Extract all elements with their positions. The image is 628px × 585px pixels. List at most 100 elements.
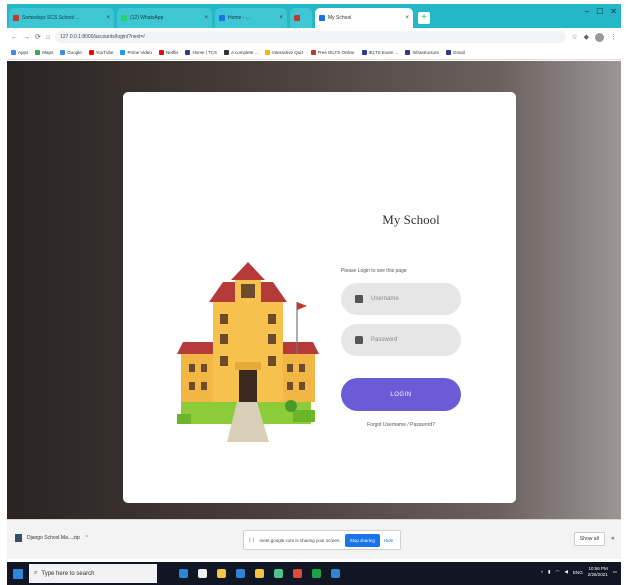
back-icon[interactable]: ← [11, 34, 18, 41]
username-field[interactable]: Username [341, 283, 461, 315]
taskbar-app-icon[interactable] [217, 569, 226, 578]
login-card: My School Please Login to see this page … [123, 92, 516, 503]
notification-icon[interactable]: ▭ [613, 569, 617, 575]
taskbar-app-icon[interactable] [198, 569, 207, 578]
tab-meet[interactable] [290, 8, 312, 28]
chevron-up-icon[interactable]: ^ [541, 570, 543, 575]
bookmark-icon [405, 50, 411, 55]
bookmark-icon [11, 50, 16, 55]
page-title: My School [382, 212, 440, 227]
window-controls: – ☐ ✕ [585, 7, 617, 16]
file-icon [15, 534, 22, 542]
bookmark-item[interactable]: IELTS Exam ... [361, 50, 398, 55]
tab-label: My School [328, 15, 352, 21]
volume-icon[interactable]: ◀ [564, 569, 567, 575]
show-all-area: Show all ✕ [573, 532, 615, 546]
share-text: meet.google.com is sharing your screen. [259, 537, 341, 543]
tab-whatsapp[interactable]: (12) WhatsApp × [117, 8, 212, 28]
screen: Somedays SCS School ... × (12) WhatsApp … [0, 0, 628, 585]
bookmark-item[interactable]: YouTube [88, 50, 114, 55]
close-tab-icon[interactable]: × [405, 15, 409, 21]
bookmark-item[interactable]: Apps [11, 50, 28, 55]
wifi-icon[interactable]: ◠ [556, 569, 560, 575]
bookmark-item[interactable]: Infrastructure [405, 50, 439, 55]
meet-icon [294, 15, 300, 21]
maximize-icon[interactable]: ☐ [596, 7, 603, 16]
page-background: My School Please Login to see this page … [7, 61, 621, 519]
bookmark-item[interactable]: Home | TCS [185, 50, 217, 55]
forward-icon[interactable]: → [23, 34, 30, 41]
username-placeholder: Username [371, 296, 399, 302]
language-indicator[interactable]: ENG [573, 570, 583, 575]
bookmark-label: YouTube [95, 50, 114, 55]
bookmark-icon [88, 50, 94, 55]
bookmark-item[interactable]: Google [60, 50, 82, 55]
close-tab-icon[interactable]: × [204, 15, 208, 21]
bookmark-item[interactable]: Interactive Quiz [265, 50, 304, 55]
tab-home[interactable]: Home - ... × [215, 8, 287, 28]
profile-avatar[interactable] [595, 32, 604, 42]
toolbar-icons: ☆ ◆ ⋮ [571, 32, 617, 42]
bookmark-item[interactable]: A complete ... [224, 50, 258, 55]
close-tab-icon[interactable]: × [106, 15, 110, 21]
taskbar-app-icon[interactable] [274, 569, 283, 578]
taskbar-app-icon[interactable] [236, 569, 245, 578]
bookmark-item[interactable]: Maps [35, 50, 53, 55]
bookmark-label: Home | TCS [192, 50, 218, 55]
bookmark-icon [185, 50, 191, 55]
browser-toolbar: ← → ⟳ ⌂ 127.0.0.1:8000/accounts/login/?n… [7, 28, 621, 46]
bookmark-label: Apps [18, 50, 29, 55]
close-icon[interactable]: ✕ [611, 536, 615, 542]
favicon-icon [13, 15, 19, 21]
extension-icon[interactable]: ◆ [584, 33, 589, 42]
tab-my-school[interactable]: My School × [315, 8, 413, 28]
new-tab-button[interactable]: + [418, 12, 430, 24]
bookmark-item[interactable]: Free IELTS Online [310, 50, 355, 55]
close-window-icon[interactable]: ✕ [610, 7, 617, 16]
menu-icon[interactable]: ⋮ [610, 33, 617, 42]
tab-school[interactable]: Somedays SCS School ... × [9, 8, 114, 28]
taskbar-search[interactable]: ⌕ Type here to search [29, 564, 157, 583]
login-intro-text: Please Login to see this page [341, 268, 407, 274]
bookmarks-bar: Apps Maps Google YouTube Prime Video Netflix H… [7, 46, 621, 60]
bookmark-label: Maps [42, 50, 54, 55]
address-bar[interactable]: 127.0.0.1:8000/accounts/login/?next=/ [55, 31, 567, 43]
windows-start-icon[interactable] [13, 568, 23, 579]
download-item[interactable]: Django School Ma....zip ⌃ [15, 534, 89, 542]
bookmark-icon [310, 50, 316, 55]
pause-icon: ❘❘ [248, 537, 256, 542]
bookmark-label: Interactive Quiz [272, 50, 304, 55]
bookmark-label: Prime Video [127, 50, 152, 55]
bookmark-label: Gmail [452, 50, 465, 55]
bookmark-icon [60, 50, 66, 55]
stop-sharing-button[interactable]: Stop sharing [344, 533, 380, 547]
close-tab-icon[interactable]: × [279, 15, 283, 21]
taskbar-app-icon[interactable] [179, 569, 188, 578]
reload-icon[interactable]: ⟳ [35, 33, 41, 41]
taskbar-app-icon[interactable] [331, 569, 340, 578]
bookmark-icon [120, 50, 126, 55]
url-text: 127.0.0.1:8000/accounts/login/?next=/ [60, 34, 145, 40]
bookmark-item[interactable]: Gmail [445, 50, 465, 55]
hide-button[interactable]: Hide [384, 538, 393, 543]
home-icon[interactable]: ⌂ [46, 34, 50, 41]
taskbar-app-icon[interactable] [293, 569, 302, 578]
bookmark-item[interactable]: Netflix [158, 50, 179, 55]
forgot-password-link[interactable]: Forgot Username / Password? [341, 422, 461, 428]
battery-icon[interactable]: ▮ [548, 569, 550, 575]
bookmark-item[interactable]: Prime Video [120, 50, 152, 55]
login-button[interactable]: LOGIN [341, 378, 461, 411]
password-field[interactable]: Password [341, 324, 461, 356]
taskbar-app-icon[interactable] [255, 569, 264, 578]
minimize-icon[interactable]: – [585, 7, 589, 16]
clock[interactable]: 10:56 PM 2/26/2021 [588, 566, 608, 578]
bookmark-label: Netflix [165, 50, 179, 55]
chevron-up-icon[interactable]: ⌃ [85, 535, 89, 541]
bookmark-label: Google [67, 50, 82, 55]
star-icon[interactable]: ☆ [571, 33, 577, 42]
bookmark-label: A complete ... [231, 50, 259, 55]
taskbar-app-icon[interactable] [312, 569, 321, 578]
show-all-button[interactable]: Show all [573, 532, 605, 546]
tab-label: Home - ... [228, 15, 250, 21]
bookmark-icon [158, 50, 164, 55]
